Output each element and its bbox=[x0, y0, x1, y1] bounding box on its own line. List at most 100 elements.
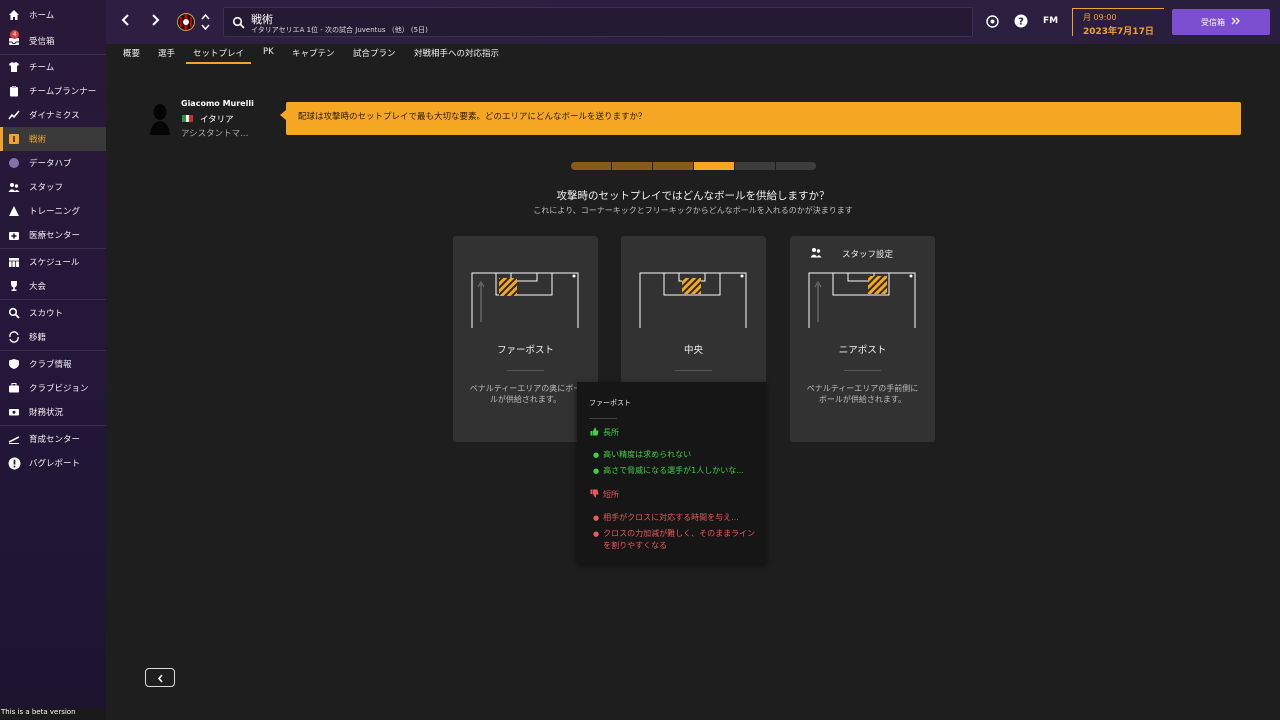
tab-match-plan[interactable]: 試合プラン bbox=[353, 47, 396, 64]
sidebar-item-schedule[interactable]: スケジュール bbox=[0, 250, 106, 274]
option-near-post-card[interactable]: スタッフ設定 ニアポスト ペナルティーエリアの手前側にボールが供給されます。 bbox=[790, 236, 935, 442]
con-item: ● 相手がクロスに対応する時間を与え... bbox=[593, 513, 739, 522]
far-post-pitch-icon bbox=[471, 272, 579, 328]
sidebar-item-club-vision[interactable]: クラブビジョン bbox=[0, 376, 106, 400]
cons-heading: 短所 bbox=[590, 489, 619, 500]
sidebar-item-home[interactable]: ホーム bbox=[0, 3, 106, 27]
pro-item: ● 高い精度は求められない bbox=[593, 450, 692, 459]
progress-step bbox=[653, 162, 693, 170]
club-switch-chevrons-icon[interactable] bbox=[201, 13, 210, 33]
page-subtitle: イタリアセリエA 1位 - 次の試合 Juventus （他） (5日) bbox=[251, 26, 428, 34]
sidebar-item-staff[interactable]: スタッフ bbox=[0, 175, 106, 199]
assistant-message: 配球は攻撃時のセットプレイで最も大切な要素。どのエリアにどんなボールを送りますか… bbox=[298, 112, 647, 122]
trophy-icon bbox=[7, 279, 21, 293]
tab-penalties[interactable]: PK bbox=[263, 47, 274, 64]
beta-version-note: This is a beta version bbox=[0, 708, 106, 720]
option-description: ペナルティーエリアの手前側にボールが供給されます。 bbox=[806, 384, 919, 404]
tab-players[interactable]: 選手 bbox=[158, 47, 175, 64]
sidebar-item-dynamics[interactable]: ダイナミクス bbox=[0, 103, 106, 127]
data-hub-icon bbox=[7, 156, 21, 170]
double-chevron-right-icon bbox=[1231, 17, 1241, 27]
social-feed-icon[interactable] bbox=[985, 14, 999, 28]
tab-overview[interactable]: 概要 bbox=[123, 47, 140, 64]
progress-step bbox=[776, 162, 816, 170]
pros-heading: 長所 bbox=[590, 427, 619, 438]
option-name: 中央 bbox=[683, 345, 703, 356]
club-crest-icon[interactable] bbox=[177, 9, 195, 35]
sidebar-item-finances[interactable]: 財務状況 bbox=[0, 400, 106, 424]
assistant-role: アシスタントマ... bbox=[181, 129, 249, 139]
centre-pitch-icon bbox=[639, 272, 747, 328]
home-icon bbox=[7, 8, 21, 22]
progress-step bbox=[694, 162, 734, 170]
option-tooltip: ファーポスト 長所 ● 高い精度は求められない ● 高さで脅威になる選手が1人しかい… bbox=[577, 382, 766, 563]
bug-report-icon bbox=[7, 456, 21, 470]
date-display[interactable]: 月 09:00 2023年7月17日 bbox=[1072, 8, 1164, 37]
assistant-avatar[interactable] bbox=[148, 103, 172, 135]
sidebar: ホーム 4 受信箱 チーム チームプランナー ダイナミクス 戦術 データハブ ス… bbox=[0, 0, 106, 720]
dynamics-icon bbox=[7, 108, 21, 122]
forward-arrow-button[interactable] bbox=[148, 14, 162, 28]
search-icon bbox=[232, 16, 245, 29]
shield-icon bbox=[7, 357, 21, 371]
option-name: ファーポスト bbox=[496, 345, 554, 356]
briefcase-icon bbox=[7, 381, 21, 395]
top-bar: 戦術 イタリアセリエA 1位 - 次の試合 Juventus （他） (5日) … bbox=[106, 0, 1280, 44]
assistant-speech-bubble: 配球は攻撃時のセットプレイで最も大切な要素。どのエリアにどんなボールを送りますか… bbox=[280, 102, 1241, 135]
inbox-badge: 4 bbox=[10, 30, 19, 39]
help-icon[interactable]: ? bbox=[1014, 14, 1028, 28]
back-button[interactable] bbox=[145, 668, 175, 687]
scout-icon bbox=[7, 306, 21, 320]
back-arrow-button[interactable] bbox=[119, 14, 133, 28]
sidebar-item-team[interactable]: チーム bbox=[0, 55, 106, 79]
transfer-icon bbox=[7, 330, 21, 344]
staff-icon bbox=[810, 247, 822, 261]
con-item: ● クロスの力加減が難しく、そのままラインを割りやすくなる bbox=[593, 529, 756, 550]
tab-captains[interactable]: キャプテン bbox=[292, 47, 335, 64]
finance-icon bbox=[7, 405, 21, 419]
medical-icon bbox=[7, 228, 21, 242]
search-box[interactable]: 戦術 イタリアセリエA 1位 - 次の試合 Juventus （他） (5日) bbox=[223, 7, 973, 37]
thumbs-up-icon bbox=[590, 427, 599, 438]
date-day: 2023年7月17日 bbox=[1083, 27, 1154, 37]
sidebar-item-medical[interactable]: 医療センター bbox=[0, 223, 106, 247]
sidebar-item-youth-center[interactable]: 育成センター bbox=[0, 427, 106, 451]
sidebar-item-transfers[interactable]: 移籍 bbox=[0, 325, 106, 349]
assistant-nationality: イタリア bbox=[200, 115, 234, 125]
tactics-icon bbox=[7, 132, 21, 146]
date-time: 月 09:00 bbox=[1083, 13, 1117, 22]
sidebar-item-training[interactable]: トレーニング bbox=[0, 199, 106, 223]
staff-icon bbox=[7, 180, 21, 194]
shirt-icon bbox=[7, 60, 21, 74]
fm-logo[interactable]: FM bbox=[1043, 16, 1058, 26]
chevron-left-icon bbox=[157, 668, 164, 687]
pro-item: ● 高さで脅威になる選手が1人しかいな... bbox=[593, 466, 744, 475]
tab-bar: 概要 選手 セットプレイ PK キャプテン 試合プラン 対戦相手への対応指示 bbox=[106, 44, 1280, 64]
svg-text:?: ? bbox=[1018, 17, 1024, 28]
continue-inbox-button[interactable]: 受信箱 bbox=[1172, 9, 1270, 35]
question-title: 攻撃時のセットプレイではどんなボールを供給しますか？ bbox=[556, 190, 830, 202]
sidebar-item-team-planner[interactable]: チームプランナー bbox=[0, 79, 106, 103]
sidebar-item-data-hub[interactable]: データハブ bbox=[0, 151, 106, 175]
option-name: ニアポスト bbox=[838, 345, 887, 356]
italy-flag-icon bbox=[182, 115, 194, 122]
inbox-icon: 4 bbox=[7, 30, 21, 48]
sidebar-item-scouting[interactable]: スカウト bbox=[0, 301, 106, 325]
sidebar-item-inbox[interactable]: 4 受信箱 bbox=[0, 29, 106, 53]
tab-set-pieces[interactable]: セットプレイ bbox=[186, 47, 252, 64]
progress-step bbox=[735, 162, 775, 170]
sidebar-item-bug-report[interactable]: バグレポート bbox=[0, 451, 106, 475]
sidebar-item-competitions[interactable]: 大会 bbox=[0, 274, 106, 298]
tab-opposition-instructions[interactable]: 対戦相手への対応指示 bbox=[414, 47, 499, 64]
thumbs-down-icon bbox=[590, 489, 599, 500]
tooltip-title: ファーポスト bbox=[589, 399, 631, 407]
sidebar-item-tactics[interactable]: 戦術 bbox=[0, 127, 106, 151]
progress-step bbox=[612, 162, 652, 170]
sidebar-item-club-info[interactable]: クラブ情報 bbox=[0, 352, 106, 376]
option-description: ペナルティーエリアの奥にボールが供給されます。 bbox=[469, 384, 582, 404]
calendar-icon bbox=[7, 255, 21, 269]
question-subtitle: これにより、コーナーキックとフリーキックからどんなボールを入れるのかが決まります bbox=[533, 206, 853, 215]
progress-step bbox=[571, 162, 611, 170]
near-post-pitch-icon bbox=[808, 272, 916, 328]
assistant-name[interactable]: Giacomo Murelli bbox=[181, 99, 254, 108]
